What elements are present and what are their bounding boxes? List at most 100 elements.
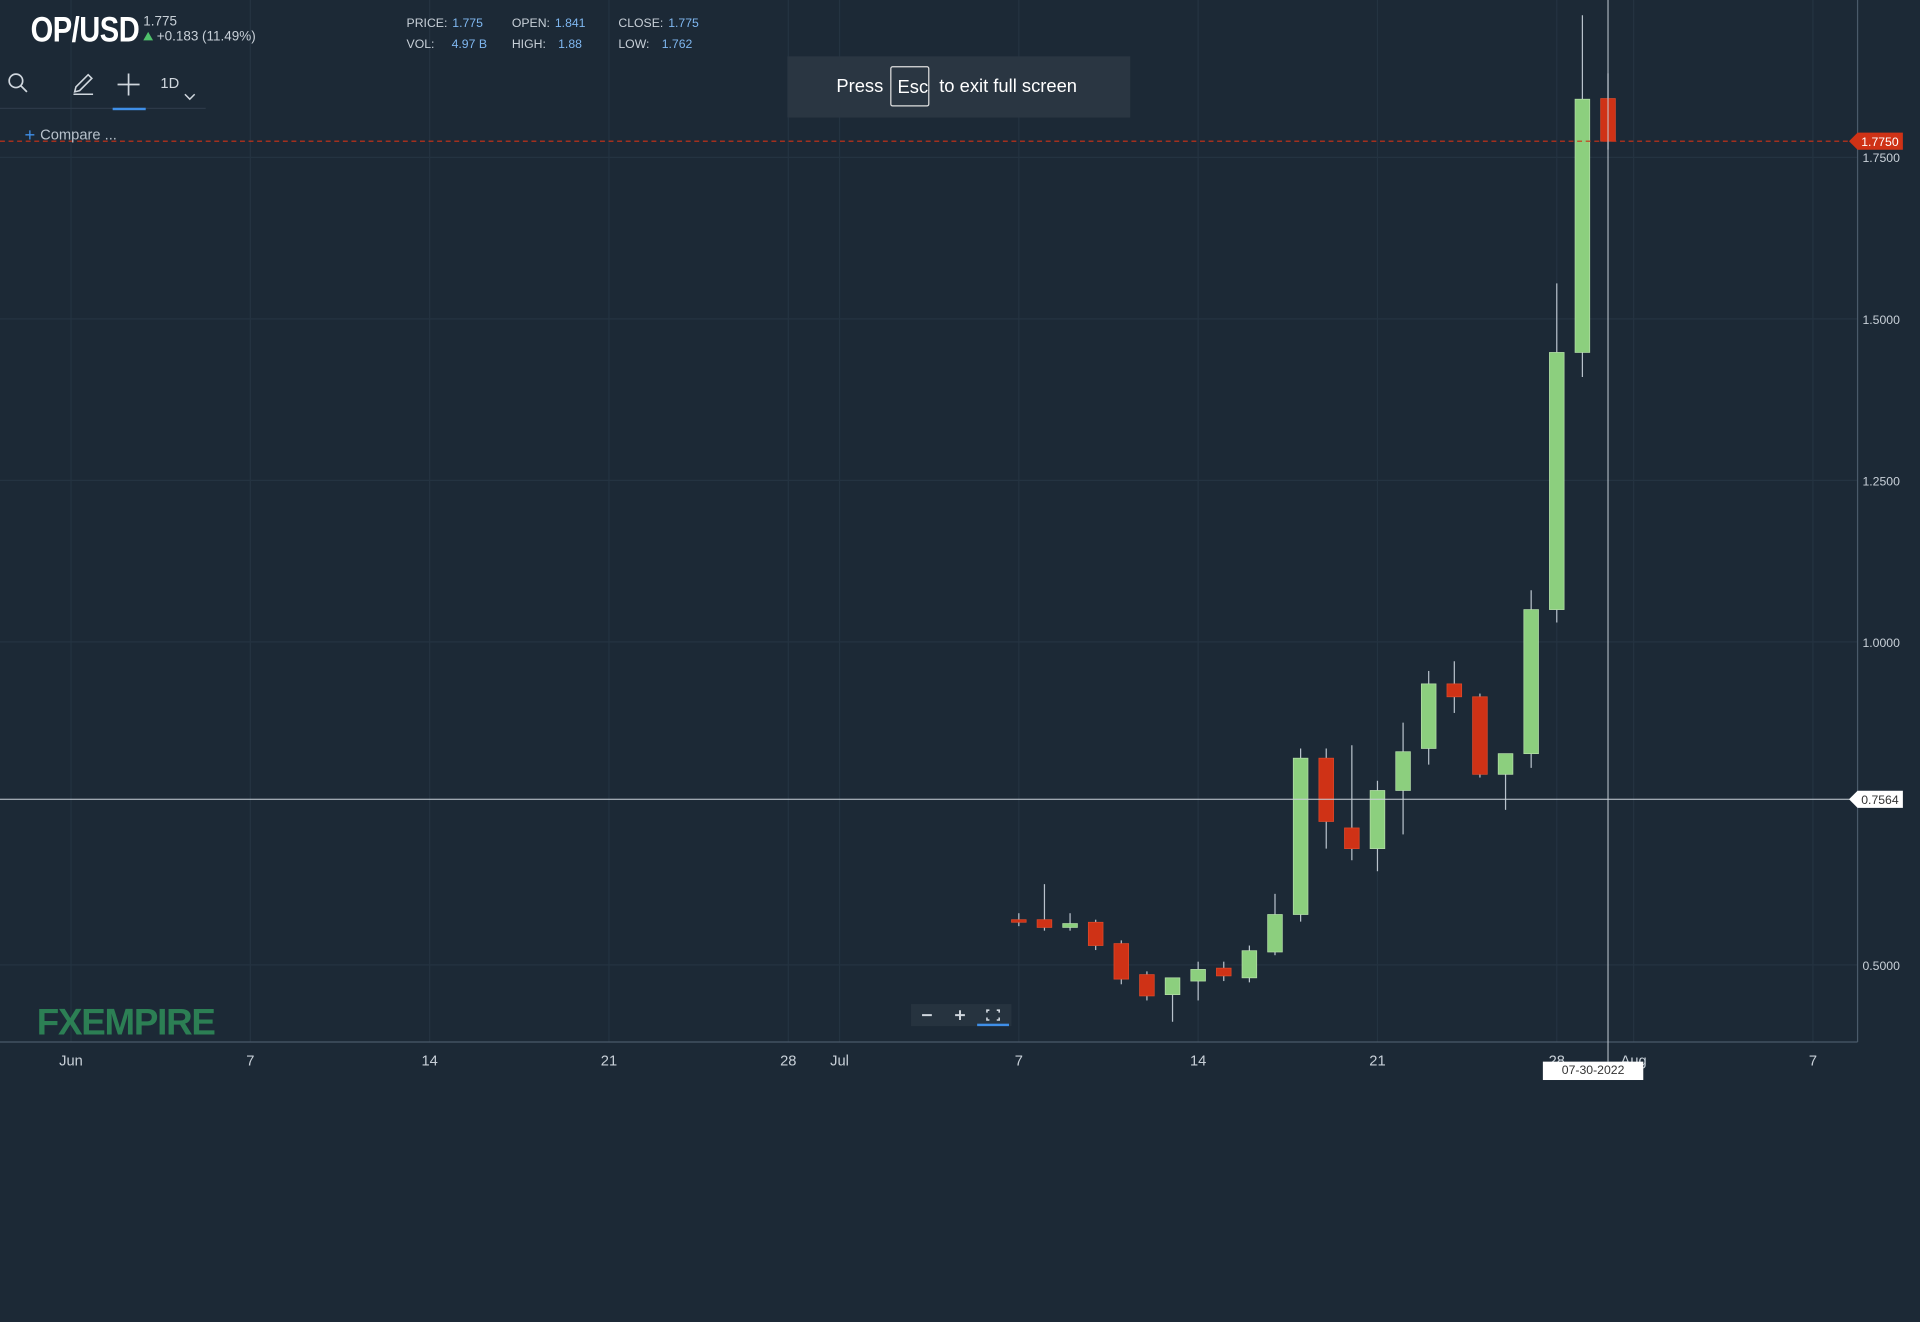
- zoom-in-button[interactable]: [947, 1004, 974, 1026]
- stat-high-value: 1.88: [558, 37, 582, 52]
- stat-low-label: LOW:: [618, 37, 650, 52]
- stat-open: OPEN: 1.841: [512, 17, 586, 30]
- stat-open-label: OPEN:: [511, 17, 550, 31]
- stat-high-label: HIGH:: [511, 37, 546, 52]
- candle-body-down: [1318, 757, 1334, 822]
- last-price-tag-label: 1.7750: [1861, 135, 1899, 149]
- y-tick-label: 0.5000: [1862, 959, 1900, 973]
- y-tick-label: 1.7500: [1862, 151, 1900, 165]
- candle-body-up: [1062, 923, 1078, 928]
- candle-body-up: [1549, 352, 1565, 610]
- crosshair-date-label: 07-30-2022: [1542, 1061, 1644, 1081]
- candle-body-down: [1446, 683, 1463, 698]
- candle: [1113, 940, 1130, 985]
- candle: [1292, 748, 1309, 922]
- fit-active-indicator: [977, 1023, 1009, 1027]
- stat-price-label: PRICE:: [406, 17, 448, 31]
- y-tick-label: 1.2500: [1862, 474, 1900, 488]
- esc-key-badge: Esc: [890, 66, 930, 107]
- stat-close: CLOSE: 1.775: [618, 17, 698, 30]
- candle: [1472, 693, 1488, 778]
- candle-body-up: [1395, 751, 1411, 791]
- candle-body-up: [1292, 757, 1309, 915]
- stat-price-value: 1.775: [452, 17, 483, 31]
- stat-low: LOW: 1.762: [618, 38, 692, 51]
- x-tick-label: Jun: [59, 1053, 83, 1069]
- minus-icon: [922, 1014, 932, 1017]
- zoom-controls: [911, 1004, 1012, 1027]
- interval-label: 1D: [160, 74, 180, 92]
- y-tick-label: 1.5000: [1862, 313, 1900, 327]
- candle-body-down: [1036, 919, 1053, 928]
- crosshair-button[interactable]: [116, 72, 140, 96]
- zoom-out-button[interactable]: [913, 1004, 940, 1026]
- plus-icon: [955, 1010, 965, 1021]
- crosshair-price-label: 0.7564: [1861, 793, 1899, 807]
- stat-close-label: CLOSE:: [618, 17, 664, 31]
- candle-body-up: [1164, 977, 1181, 995]
- price-change-value: +0.183 (11.49%): [156, 29, 256, 45]
- candle-body-down: [1139, 974, 1155, 997]
- fullscreen-rest-text: to exit full screen: [939, 75, 1078, 97]
- candle-body-down: [1472, 696, 1488, 775]
- candle-body-down: [1216, 967, 1232, 977]
- search-button[interactable]: [7, 72, 29, 94]
- crosshair-icon: [117, 73, 140, 96]
- stat-price: PRICE: 1.775: [407, 17, 483, 30]
- draw-button[interactable]: [71, 71, 95, 96]
- stat-vol-value: 4.97 B: [451, 37, 488, 52]
- stat-open-value: 1.841: [554, 17, 586, 31]
- stat-high: HIGH: 1.88: [512, 38, 582, 51]
- y-tick-label: 1.0000: [1862, 636, 1900, 650]
- candle: [1241, 945, 1258, 983]
- stat-vol: VOL: 4.97 B: [407, 38, 487, 51]
- chart-grid: [0, 0, 1920, 1081]
- x-tick-label: 7: [1015, 1053, 1023, 1069]
- interval-dropdown-button[interactable]: [184, 86, 196, 101]
- fullscreen-press-text: Press: [836, 75, 884, 97]
- candle-body-down: [1011, 919, 1027, 923]
- candle-body-up: [1241, 950, 1258, 979]
- chart-toolbar: 1D: [0, 64, 206, 111]
- compare-label: Compare ...: [40, 126, 117, 144]
- esc-key-label: Esc: [897, 77, 929, 98]
- x-tick-label: 7: [1809, 1053, 1817, 1069]
- arrow-up-icon: [143, 31, 154, 41]
- candle: [1139, 971, 1155, 1001]
- candle-body-up: [1497, 753, 1514, 775]
- plus-icon: +: [24, 124, 36, 146]
- x-tick-label: 14: [421, 1053, 437, 1069]
- x-tick-label: Jul: [830, 1053, 849, 1069]
- symbol-title: OP/USD: [30, 11, 140, 51]
- x-tick-label: 28: [780, 1053, 796, 1069]
- candle: [1523, 590, 1539, 768]
- price-change: +0.183 (11.49%): [143, 29, 256, 45]
- stat-vol-label: VOL:: [406, 37, 435, 52]
- fullscreen-notice: Press to exit full screen: [787, 56, 1131, 118]
- candle-body-up: [1190, 969, 1206, 982]
- candle-body-down: [1087, 921, 1104, 946]
- x-tick-label: 21: [1369, 1053, 1385, 1069]
- stat-low-value: 1.762: [661, 37, 693, 52]
- candle-body-up: [1523, 609, 1539, 755]
- crosshair-active-indicator: [112, 107, 146, 111]
- candle: [1087, 919, 1104, 951]
- chart-page: Jun7142128Jul7142128Aug70.50001.00001.25…: [0, 0, 1920, 1322]
- price-chart[interactable]: Jun7142128Jul7142128Aug70.50001.00001.25…: [0, 0, 1920, 1081]
- chevron-down-icon: [184, 93, 196, 101]
- compare-button[interactable]: + Compare ...: [24, 125, 116, 146]
- x-tick-label: 14: [1190, 1053, 1206, 1069]
- candle-body-down: [1344, 827, 1360, 849]
- fxempire-logo: FXEMPIRE: [37, 1002, 216, 1043]
- candle-body-down: [1113, 943, 1130, 980]
- candle-body-up: [1420, 683, 1437, 749]
- chart-background: [0, 0, 1920, 1081]
- search-icon: [8, 73, 28, 93]
- last-price: 1.775: [143, 14, 177, 30]
- stat-close-value: 1.775: [668, 17, 699, 31]
- candle-body-up: [1574, 98, 1591, 353]
- x-tick-label: 21: [601, 1053, 617, 1069]
- candle-body-up: [1267, 914, 1283, 953]
- x-tick-label: 7: [246, 1053, 254, 1069]
- interval-selector[interactable]: 1D: [160, 75, 179, 92]
